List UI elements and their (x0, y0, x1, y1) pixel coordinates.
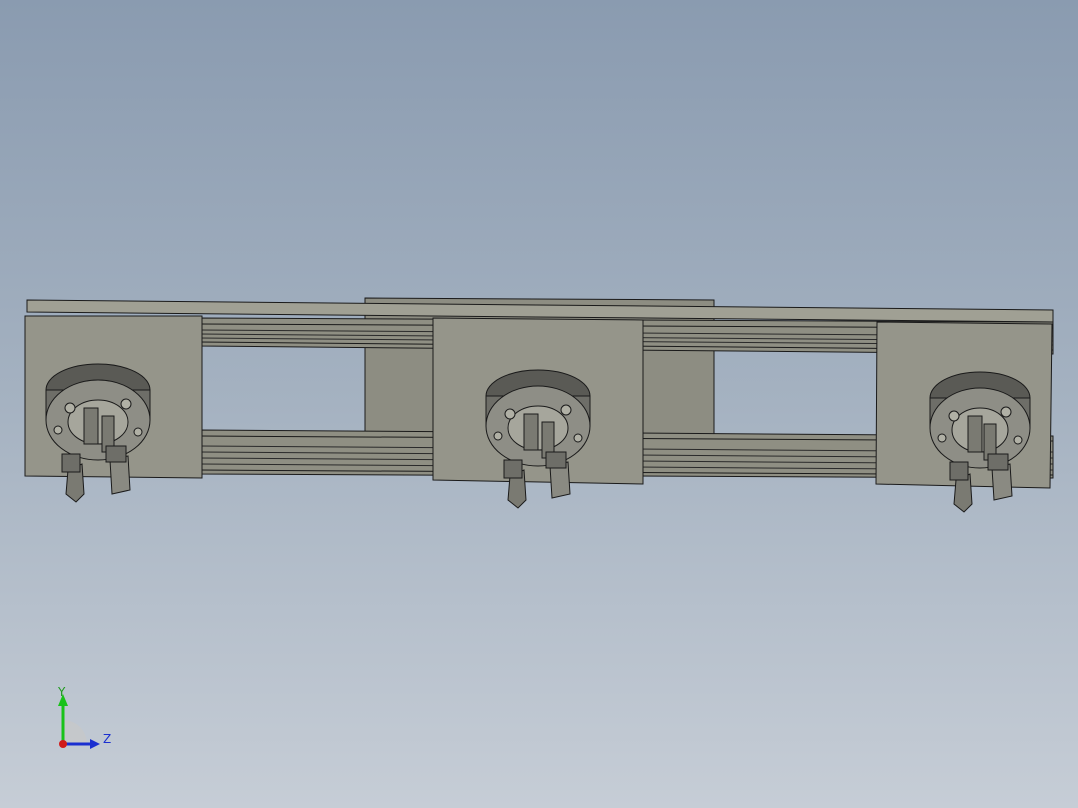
gripper-left (45, 363, 151, 503)
y-axis-label: Y (58, 685, 66, 699)
gripper-right (929, 371, 1031, 513)
3d-viewport[interactable]: Y Z (0, 0, 1078, 808)
gripper-center (485, 369, 591, 509)
z-axis-label: Z (103, 732, 112, 746)
gripper-rail-assembly-model[interactable] (0, 0, 1078, 808)
orientation-triad[interactable]: Y Z (50, 686, 120, 756)
